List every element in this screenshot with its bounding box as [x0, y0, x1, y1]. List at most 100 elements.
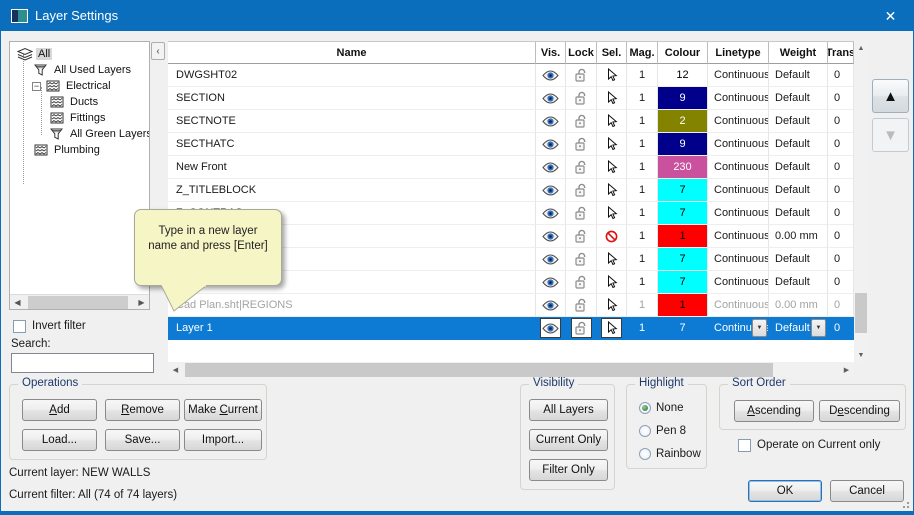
colour-swatch[interactable]: 1: [658, 225, 707, 247]
colour-cell[interactable]: 7: [658, 202, 708, 225]
table-row[interactable]: Cad Plan.sht|REGIONS 1 1 Continuous▼ 0.0…: [168, 294, 854, 317]
resize-grip[interactable]: [901, 500, 909, 508]
weight-cell[interactable]: Default▼: [769, 179, 828, 202]
visibility-cell[interactable]: [536, 87, 566, 110]
tree-horizontal-scrollbar[interactable]: ◀ ▶: [10, 294, 149, 309]
colour-swatch[interactable]: 7: [658, 179, 707, 201]
linetype-cell[interactable]: Continuous▼: [708, 133, 769, 156]
lock-cell[interactable]: [566, 294, 597, 317]
add-button[interactable]: Add: [22, 399, 97, 421]
linetype-cell[interactable]: Continuous▼: [708, 271, 769, 294]
column-header-sel[interactable]: Sel.: [597, 42, 627, 64]
transparency-cell[interactable]: 0: [828, 317, 854, 340]
transparency-cell[interactable]: 0: [828, 271, 854, 294]
collapse-tree-button[interactable]: ‹: [151, 42, 165, 60]
weight-cell[interactable]: Default▼: [769, 64, 828, 87]
eye-icon[interactable]: [541, 112, 560, 130]
table-row[interactable]: SECTHATC 1 9 Continuous▼ Default▼ 0: [168, 133, 854, 156]
highlight-option-none[interactable]: None: [639, 402, 684, 414]
magnification-cell[interactable]: 1: [627, 317, 658, 340]
colour-cell[interactable]: 7: [658, 248, 708, 271]
transparency-cell[interactable]: 0: [828, 225, 854, 248]
table-horizontal-scrollbar[interactable]: ◀ ▶: [168, 362, 854, 378]
column-header-colour[interactable]: Colour: [658, 42, 708, 64]
selectable-cell[interactable]: [597, 133, 627, 156]
radio-icon[interactable]: [639, 425, 651, 437]
all-layers-button[interactable]: All Layers: [529, 399, 608, 421]
magnification-cell[interactable]: 1: [627, 294, 658, 317]
selectable-cell[interactable]: [597, 294, 627, 317]
invert-filter-checkbox[interactable]: [13, 320, 26, 333]
unlock-icon[interactable]: [572, 204, 591, 222]
eye-icon[interactable]: [541, 319, 560, 337]
unlock-icon[interactable]: [572, 181, 591, 199]
tree-item-plumbing[interactable]: Plumbing: [10, 142, 149, 158]
weight-cell[interactable]: Default▼: [769, 202, 828, 225]
scroll-left-icon[interactable]: ◀: [10, 295, 25, 310]
table-row[interactable]: Z_TITLEBLOCK 1 7 Continuous▼ Default▼ 0: [168, 179, 854, 202]
unlock-icon[interactable]: [572, 66, 591, 84]
linetype-cell[interactable]: Continuous▼: [708, 225, 769, 248]
eye-icon[interactable]: [541, 250, 560, 268]
lock-cell[interactable]: [566, 202, 597, 225]
magnification-cell[interactable]: 1: [627, 110, 658, 133]
remove-button[interactable]: Remove: [105, 399, 180, 421]
column-header-name[interactable]: Name: [168, 42, 536, 64]
colour-cell[interactable]: 1: [658, 294, 708, 317]
colour-swatch[interactable]: 7: [658, 271, 707, 293]
blocked-icon[interactable]: [602, 227, 621, 245]
lock-cell[interactable]: [566, 271, 597, 294]
linetype-cell[interactable]: Continuous▼: [708, 110, 769, 133]
colour-swatch[interactable]: 7: [658, 202, 707, 224]
import-button[interactable]: Import...: [184, 429, 262, 451]
colour-swatch[interactable]: 7: [658, 248, 707, 270]
radio-icon[interactable]: [639, 402, 651, 414]
table-vertical-scrollbar[interactable]: ▲ ▼: [854, 41, 868, 362]
linetype-cell[interactable]: Continuous▼: [708, 317, 769, 340]
selectable-cell[interactable]: [597, 87, 627, 110]
colour-swatch[interactable]: 7: [658, 317, 707, 339]
weight-cell[interactable]: 0.00 mm▼: [769, 294, 828, 317]
table-row[interactable]: New Front 1 230 Continuous▼ Default▼ 0: [168, 156, 854, 179]
transparency-cell[interactable]: 0: [828, 64, 854, 87]
make-current-button[interactable]: Make Current: [184, 399, 262, 421]
eye-icon[interactable]: [541, 273, 560, 291]
colour-cell[interactable]: 9: [658, 87, 708, 110]
eye-icon[interactable]: [541, 296, 560, 314]
column-header-mag[interactable]: Mag.: [627, 42, 658, 64]
transparency-cell[interactable]: 0: [828, 87, 854, 110]
highlight-option-rainbow[interactable]: Rainbow: [639, 448, 701, 460]
tree-item-ducts[interactable]: Ducts: [10, 94, 149, 110]
transparency-cell[interactable]: 0: [828, 179, 854, 202]
lock-cell[interactable]: [566, 87, 597, 110]
lock-cell[interactable]: [566, 179, 597, 202]
scroll-up-icon[interactable]: ▲: [854, 41, 868, 55]
search-input[interactable]: [11, 353, 154, 373]
table-row[interactable]: SECTION 1 9 Continuous▼ Default▼ 0: [168, 87, 854, 110]
magnification-cell[interactable]: 1: [627, 133, 658, 156]
column-header-vis[interactable]: Vis.: [536, 42, 566, 64]
column-header-weight[interactable]: Weight: [769, 42, 828, 64]
transparency-cell[interactable]: 0: [828, 133, 854, 156]
selectable-cell[interactable]: [597, 156, 627, 179]
transparency-cell[interactable]: 0: [828, 202, 854, 225]
cursor-icon[interactable]: [602, 273, 621, 291]
visibility-cell[interactable]: [536, 225, 566, 248]
ok-button[interactable]: OK: [748, 480, 822, 502]
tree-scrollbar-thumb[interactable]: [28, 296, 128, 309]
colour-swatch[interactable]: 230: [658, 156, 707, 178]
selectable-cell[interactable]: [597, 110, 627, 133]
visibility-cell[interactable]: [536, 202, 566, 225]
colour-cell[interactable]: 7: [658, 317, 708, 340]
eye-icon[interactable]: [541, 204, 560, 222]
colour-cell[interactable]: 1: [658, 225, 708, 248]
weight-cell[interactable]: Default▼: [769, 317, 828, 340]
colour-swatch[interactable]: 2: [658, 110, 707, 132]
linetype-cell[interactable]: Continuous▼: [708, 248, 769, 271]
transparency-cell[interactable]: 0: [828, 110, 854, 133]
cursor-icon[interactable]: [602, 204, 621, 222]
eye-icon[interactable]: [541, 89, 560, 107]
load-button[interactable]: Load...: [22, 429, 97, 451]
linetype-cell[interactable]: Continuous▼: [708, 156, 769, 179]
unlock-icon[interactable]: [572, 273, 591, 291]
